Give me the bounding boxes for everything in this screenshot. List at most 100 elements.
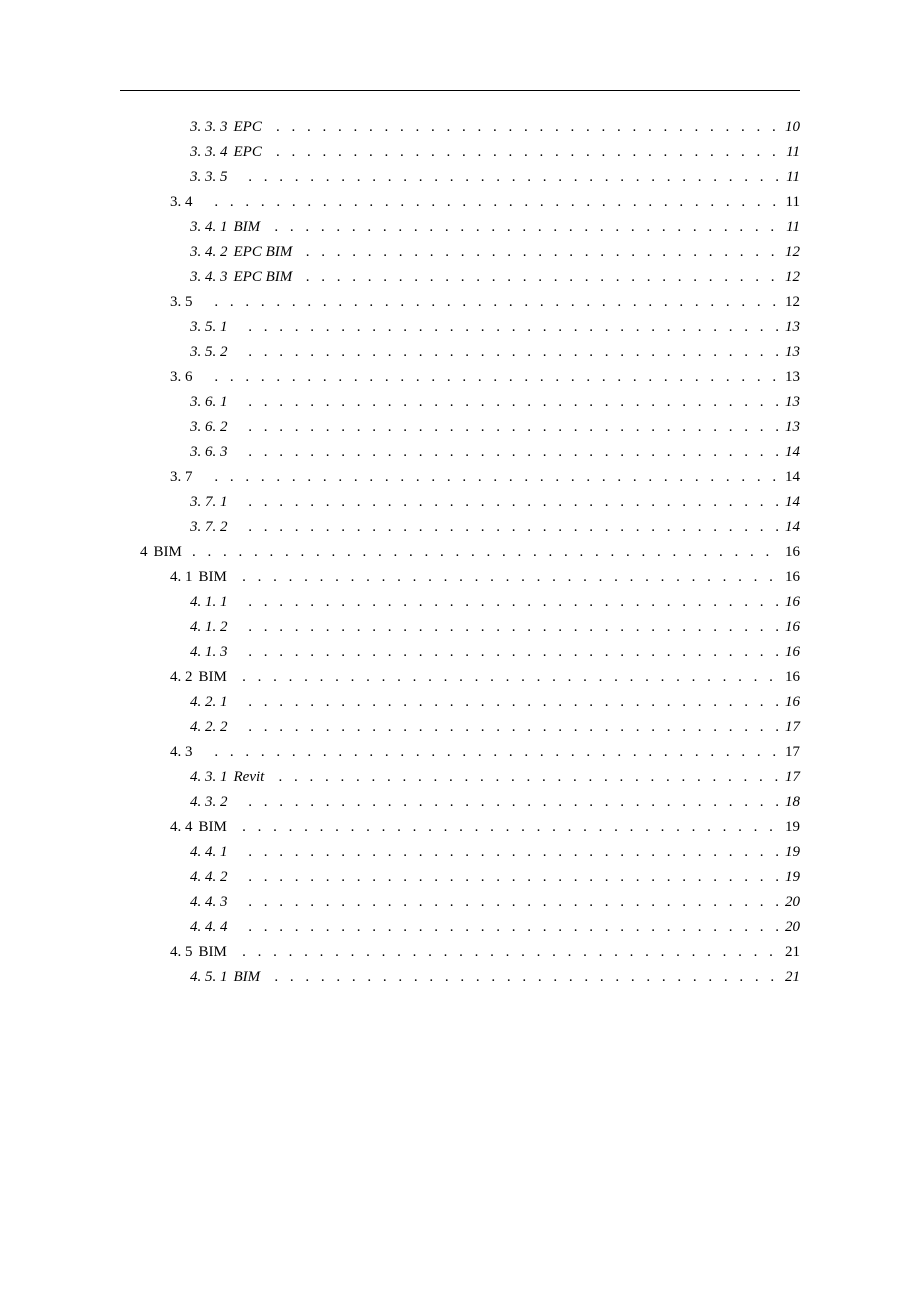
toc-leader-dots bbox=[249, 169, 782, 186]
toc-leader-dots bbox=[249, 869, 781, 886]
toc-entry: 4. 2. 1 16 bbox=[120, 694, 800, 711]
toc-number: 3. 6 bbox=[170, 369, 193, 386]
toc-entry: 3. 6. 314 bbox=[120, 444, 800, 461]
toc-number: 3. 6. 2 bbox=[190, 419, 228, 436]
toc-entry: 4. 1. 216 bbox=[120, 619, 800, 636]
toc-entry: 4. 3. 218 bbox=[120, 794, 800, 811]
toc-number: 3. 6. 1 bbox=[190, 394, 228, 411]
toc-entry: 3. 6 13 bbox=[120, 369, 800, 386]
toc-leader-dots bbox=[249, 844, 781, 861]
toc-leader-dots bbox=[275, 969, 781, 986]
toc-entry: 4. 1. 3 16 bbox=[120, 644, 800, 661]
toc-entry: 3. 4. 1BIM11 bbox=[120, 219, 800, 236]
toc-entry: 4. 3. 1Revit17 bbox=[120, 769, 800, 786]
toc-page-number: 10 bbox=[785, 119, 800, 136]
toc-leader-dots bbox=[249, 719, 781, 736]
toc-entry: 4. 2 BIM 16 bbox=[120, 669, 800, 686]
toc-page-number: 11 bbox=[786, 194, 800, 211]
toc-number: 4. 5. 1 bbox=[190, 969, 228, 986]
toc-page-number: 20 bbox=[785, 894, 800, 911]
toc-number: 4. 3 bbox=[170, 744, 193, 761]
toc-leader-dots bbox=[214, 369, 781, 386]
toc-entry: 4. 4. 219 bbox=[120, 869, 800, 886]
toc-entry: 3. 4. 3 EPC BIM 12 bbox=[120, 269, 800, 286]
toc-number: 3. 3. 4 bbox=[190, 144, 228, 161]
toc-page-number: 12 bbox=[785, 294, 800, 311]
toc-leader-dots bbox=[275, 219, 782, 236]
header-rule bbox=[120, 90, 800, 91]
toc-leader-dots bbox=[249, 394, 781, 411]
toc-number: 3. 3. 3 bbox=[190, 119, 228, 136]
toc-page-number: 17 bbox=[785, 744, 800, 761]
toc-number: 3. 5 bbox=[170, 294, 193, 311]
toc-leader-dots bbox=[249, 594, 781, 611]
toc-number: 3. 3. 5 bbox=[190, 169, 228, 186]
toc-page-number: 12 bbox=[785, 269, 800, 286]
toc-page-number: 14 bbox=[785, 494, 800, 511]
toc-entry: 3. 4. 2EPC BIM12 bbox=[120, 244, 800, 261]
toc-leader-dots bbox=[249, 894, 781, 911]
table-of-contents: 3. 3. 3EPC103. 3. 4EPC113. 3. 5113. 4113… bbox=[120, 119, 800, 986]
toc-number: 3. 7 bbox=[170, 469, 193, 486]
toc-label: BIM bbox=[199, 819, 227, 836]
toc-number: 4. 1 bbox=[170, 569, 193, 586]
toc-label: Revit bbox=[234, 769, 265, 786]
toc-number: 4. 2 bbox=[170, 669, 193, 686]
toc-leader-dots bbox=[306, 244, 781, 261]
toc-number: 3. 4. 1 bbox=[190, 219, 228, 236]
toc-entry: 4. 5BIM21 bbox=[120, 944, 800, 961]
toc-page-number: 16 bbox=[785, 669, 800, 686]
toc-leader-dots bbox=[249, 644, 781, 661]
toc-page-number: 12 bbox=[785, 244, 800, 261]
toc-leader-dots bbox=[242, 944, 781, 961]
toc-label: EPC bbox=[234, 144, 262, 161]
toc-entry: 4. 2. 217 bbox=[120, 719, 800, 736]
toc-label: BIM bbox=[199, 569, 227, 586]
toc-label: BIM bbox=[199, 669, 227, 686]
toc-number: 4. 4 bbox=[170, 819, 193, 836]
toc-leader-dots bbox=[249, 319, 781, 336]
toc-page-number: 16 bbox=[785, 594, 800, 611]
toc-label: EPC BIM bbox=[234, 269, 293, 286]
toc-leader-dots bbox=[306, 269, 781, 286]
toc-number: 3. 4 bbox=[170, 194, 193, 211]
toc-label: BIM bbox=[234, 969, 261, 986]
toc-page-number: 16 bbox=[785, 644, 800, 661]
toc-page-number: 11 bbox=[786, 169, 800, 186]
toc-entry: 4. 4. 420 bbox=[120, 919, 800, 936]
toc-number: 4. 3. 2 bbox=[190, 794, 228, 811]
toc-number: 3. 6. 3 bbox=[190, 444, 228, 461]
toc-page-number: 21 bbox=[785, 969, 800, 986]
toc-number: 3. 7. 1 bbox=[190, 494, 228, 511]
toc-entry: 3. 4 11 bbox=[120, 194, 800, 211]
toc-entry: 4. 1BIM16 bbox=[120, 569, 800, 586]
toc-page-number: 16 bbox=[785, 694, 800, 711]
toc-label: EPC bbox=[234, 119, 262, 136]
toc-number: 4. 1. 3 bbox=[190, 644, 228, 661]
toc-entry: 3. 3. 5 11 bbox=[120, 169, 800, 186]
toc-page-number: 13 bbox=[785, 344, 800, 361]
toc-entry: 4. 4. 119 bbox=[120, 844, 800, 861]
toc-number: 4. 2. 1 bbox=[190, 694, 228, 711]
toc-leader-dots bbox=[249, 919, 781, 936]
toc-number: 3. 4. 3 bbox=[190, 269, 228, 286]
toc-label: BIM bbox=[234, 219, 261, 236]
toc-number: 4. 4. 1 bbox=[190, 844, 228, 861]
toc-page-number: 19 bbox=[785, 869, 800, 886]
toc-number: 4. 3. 1 bbox=[190, 769, 228, 786]
toc-page-number: 13 bbox=[785, 369, 800, 386]
toc-leader-dots bbox=[242, 819, 781, 836]
toc-entry: 3. 3. 4 EPC 11 bbox=[120, 144, 800, 161]
toc-page-number: 16 bbox=[785, 619, 800, 636]
toc-entry: 4. 4BIM19 bbox=[120, 819, 800, 836]
toc-leader-dots bbox=[249, 694, 781, 711]
toc-leader-dots bbox=[249, 344, 781, 361]
toc-page-number: 11 bbox=[786, 144, 800, 161]
toc-number: 4. 5 bbox=[170, 944, 193, 961]
toc-number: 4. 1. 1 bbox=[190, 594, 228, 611]
toc-page-number: 13 bbox=[785, 394, 800, 411]
toc-page-number: 13 bbox=[785, 319, 800, 336]
toc-entry: 3. 6. 213 bbox=[120, 419, 800, 436]
toc-page-number: 21 bbox=[785, 944, 800, 961]
toc-leader-dots bbox=[214, 294, 781, 311]
